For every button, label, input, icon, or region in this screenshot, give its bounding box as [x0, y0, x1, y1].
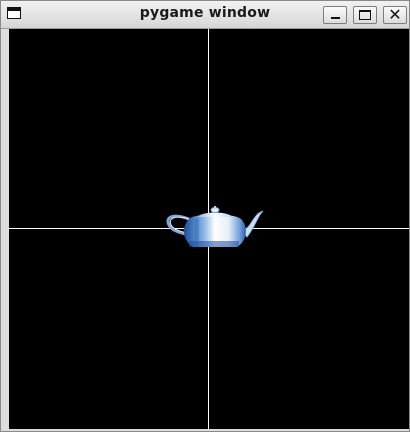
- window-title: pygame window: [139, 5, 271, 21]
- close-icon: ✕: [388, 5, 402, 24]
- teapot-lid: [197, 212, 233, 217]
- pygame-window: pygame window ✕: [0, 0, 410, 432]
- close-button[interactable]: ✕: [383, 5, 407, 24]
- teapot-model: [166, 206, 264, 247]
- minimize-button[interactable]: [323, 6, 347, 24]
- render-canvas[interactable]: [9, 29, 409, 429]
- maximize-button[interactable]: [353, 6, 377, 24]
- minimize-icon: [331, 17, 340, 19]
- title-bar[interactable]: pygame window ✕: [1, 1, 409, 29]
- teapot-spout: [242, 210, 264, 238]
- maximize-icon: [359, 10, 371, 20]
